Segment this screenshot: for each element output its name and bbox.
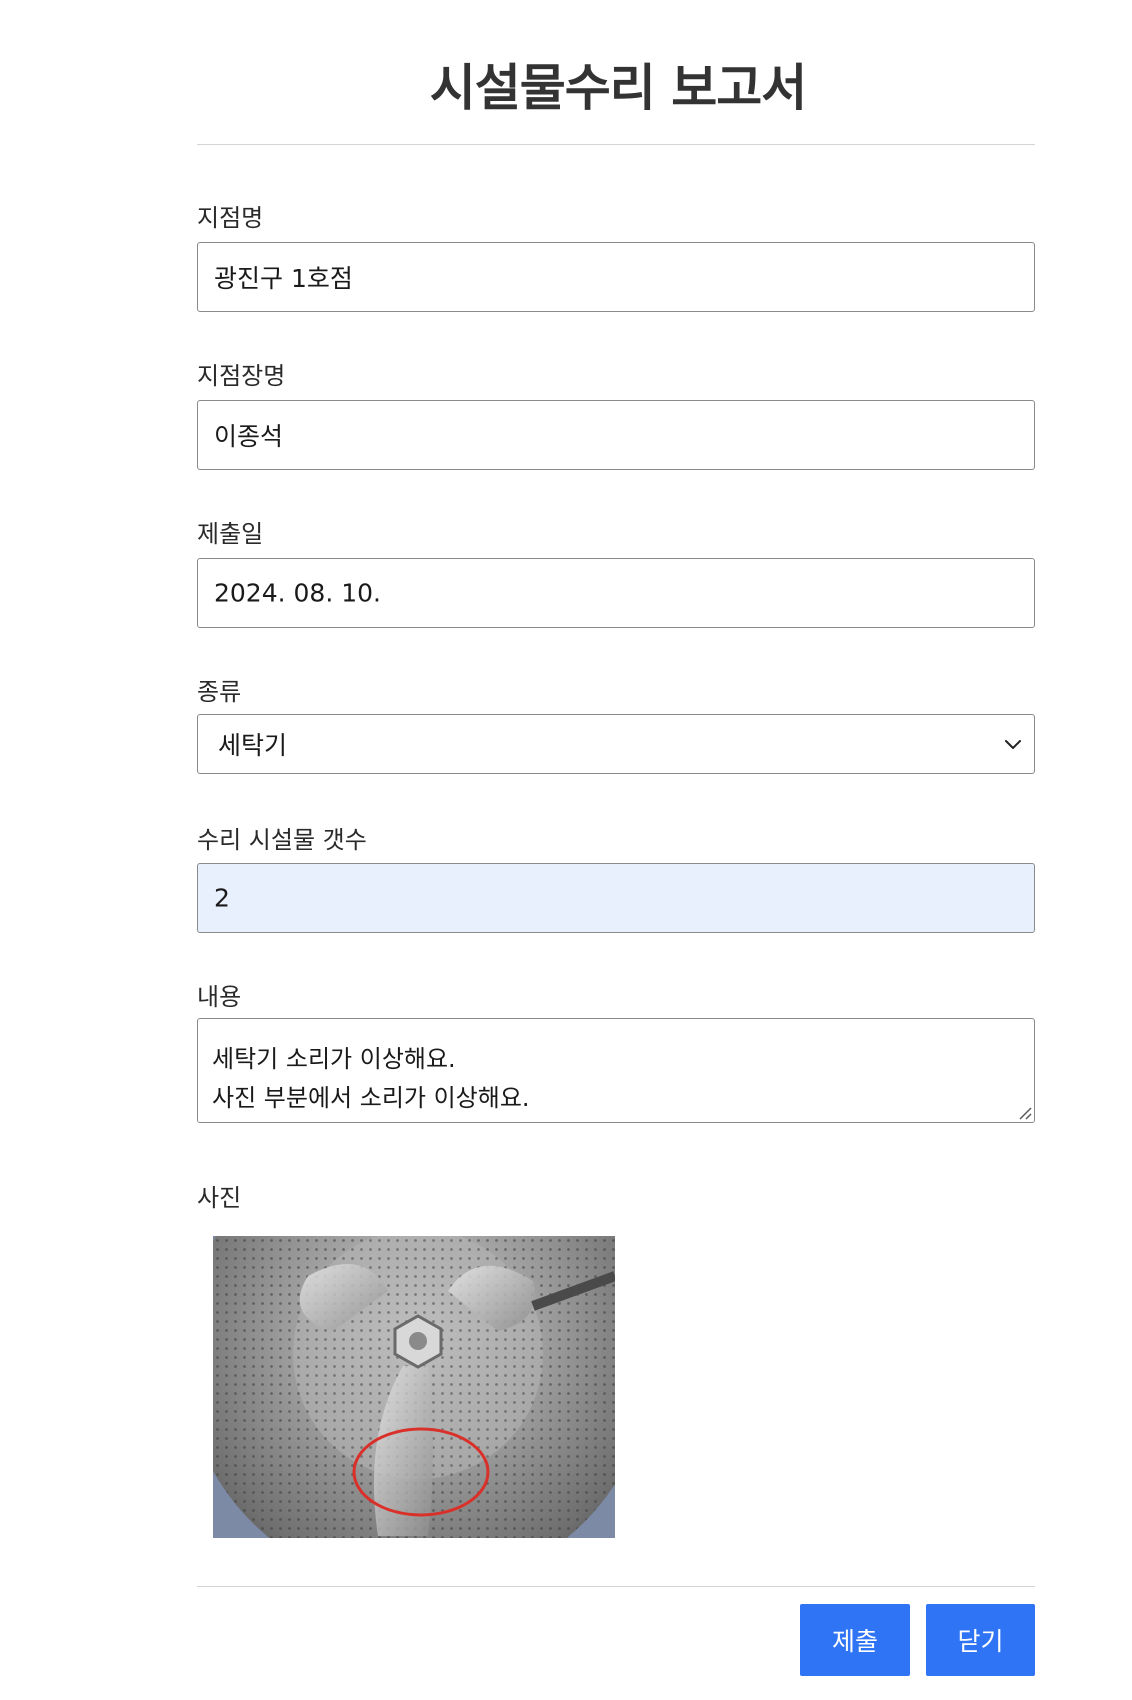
submit-button[interactable]: 제출 (800, 1604, 910, 1676)
submit-date-field[interactable]: 2024. 08. 10. (197, 558, 1035, 628)
page-title: 시설물수리 보고서 (429, 59, 807, 117)
footer-divider (197, 1586, 1035, 1587)
branch-name-field[interactable]: 광진구 1호점 (197, 242, 1035, 312)
manager-name-value: 이종석 (214, 422, 284, 451)
content-textarea[interactable]: 세탁기 소리가 이상해요. 사진 부분에서 소리가 이상해요. (197, 1018, 1035, 1123)
manager-name-field[interactable]: 이종석 (197, 400, 1035, 470)
content-line: 세탁기 소리가 이상해요. (212, 1045, 456, 1073)
branch-name-label: 지점명 (197, 204, 264, 232)
branch-name-value: 광진구 1호점 (214, 264, 353, 293)
photo-label: 사진 (197, 1184, 242, 1212)
category-label: 종류 (197, 678, 242, 706)
repair-count-label: 수리 시설물 갯수 (197, 826, 367, 854)
repair-count-field[interactable]: 2 (197, 863, 1035, 933)
title-divider (197, 144, 1035, 145)
category-select[interactable]: 세탁기 (197, 714, 1035, 774)
repair-count-value: 2 (214, 883, 230, 913)
washing-drum-photo (213, 1236, 615, 1538)
content-label: 내용 (197, 983, 242, 1011)
submit-date-label: 제출일 (197, 520, 264, 548)
resize-handle-icon[interactable] (1016, 1104, 1032, 1120)
category-selected-value: 세탁기 (218, 731, 288, 760)
manager-name-label: 지점장명 (197, 362, 286, 390)
submit-date-value: 2024. 08. 10. (214, 578, 381, 608)
content-line: 사진 부분에서 소리가 이상해요. (212, 1084, 530, 1112)
close-button[interactable]: 닫기 (926, 1604, 1035, 1676)
chevron-down-icon (1005, 740, 1021, 749)
